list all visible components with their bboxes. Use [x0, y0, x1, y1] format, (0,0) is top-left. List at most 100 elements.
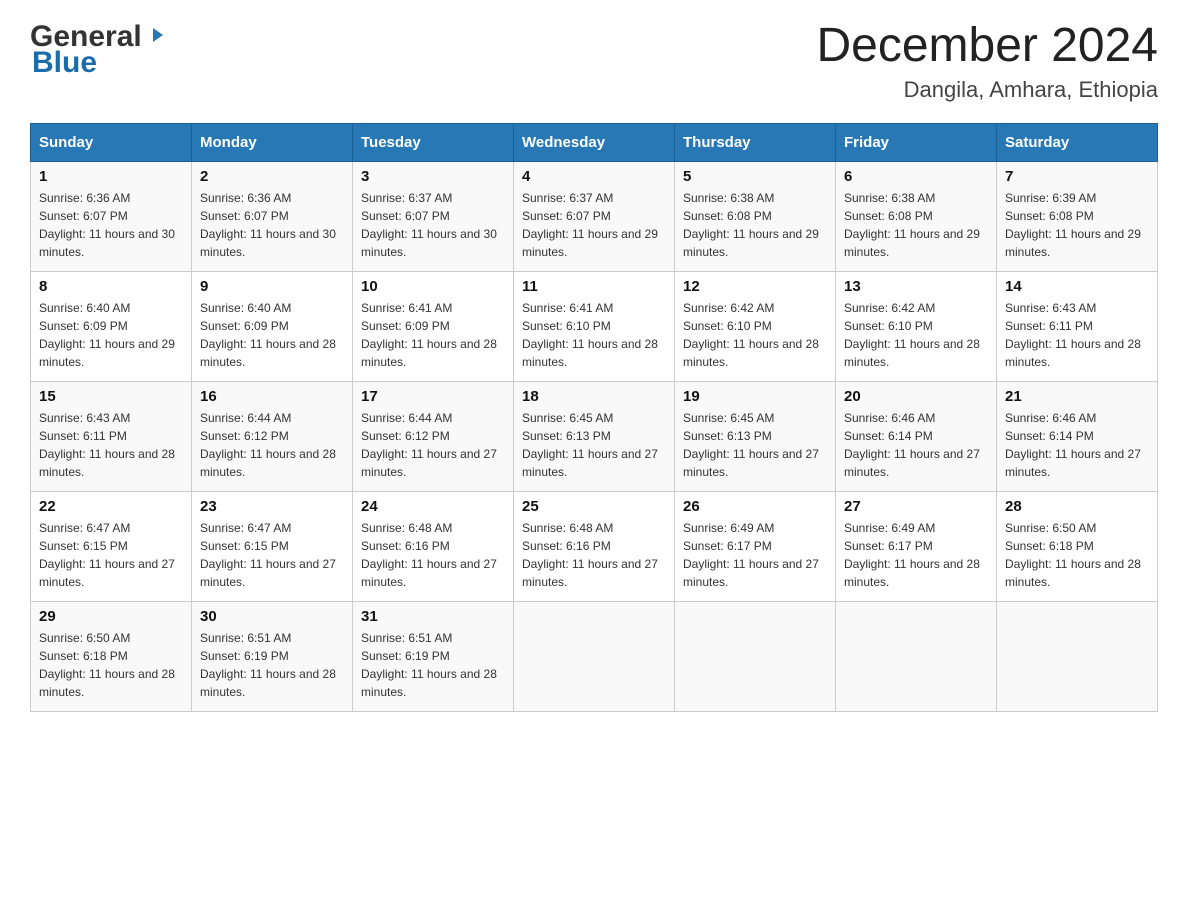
calendar-cell: 4Sunrise: 6:37 AMSunset: 6:07 PMDaylight… — [514, 161, 675, 271]
calendar-cell: 18 Sunrise: 6:45 AMSunset: 6:13 PMDayligh… — [514, 381, 675, 491]
day-number: 29 — [39, 608, 183, 625]
calendar-cell: 1Sunrise: 6:36 AMSunset: 6:07 PMDaylight… — [31, 161, 192, 271]
week-row-4: 22 Sunrise: 6:47 AMSunset: 6:15 PMDayligh… — [31, 491, 1158, 601]
day-number: 11 — [522, 278, 666, 295]
day-number: 15 — [39, 388, 183, 405]
day-info: Sunrise: 6:45 AMSunset: 6:13 PMDaylight:… — [683, 409, 827, 481]
calendar-cell: 13 Sunrise: 6:42 AMSunset: 6:10 PMDayligh… — [836, 271, 997, 381]
day-info: Sunrise: 6:46 AMSunset: 6:14 PMDaylight:… — [1005, 409, 1149, 481]
day-number: 22 — [39, 498, 183, 515]
day-info: Sunrise: 6:41 AMSunset: 6:09 PMDaylight:… — [361, 299, 505, 371]
day-number: 27 — [844, 498, 988, 515]
calendar-cell: 28Sunrise: 6:50 AMSunset: 6:18 PMDayligh… — [997, 491, 1158, 601]
day-info: Sunrise: 6:39 AMSunset: 6:08 PMDaylight:… — [1005, 189, 1149, 261]
day-info: Sunrise: 6:44 AMSunset: 6:12 PMDaylight:… — [200, 409, 344, 481]
day-number: 28 — [1005, 498, 1149, 515]
day-number: 19 — [683, 388, 827, 405]
day-info: Sunrise: 6:49 AMSunset: 6:17 PMDaylight:… — [844, 519, 988, 591]
calendar-cell: 7 Sunrise: 6:39 AMSunset: 6:08 PMDaylight… — [997, 161, 1158, 271]
calendar-cell — [836, 601, 997, 711]
logo-blue: Blue — [32, 46, 97, 79]
day-info: Sunrise: 6:48 AMSunset: 6:16 PMDaylight:… — [361, 519, 505, 591]
day-number: 16 — [200, 388, 344, 405]
day-info: Sunrise: 6:38 AMSunset: 6:08 PMDaylight:… — [683, 189, 827, 261]
column-header-tuesday: Tuesday — [353, 123, 514, 161]
day-number: 14 — [1005, 278, 1149, 295]
day-number: 25 — [522, 498, 666, 515]
title-block: December 2024 Dangila, Amhara, Ethiopia — [816, 20, 1158, 103]
calendar-cell: 17 Sunrise: 6:44 AMSunset: 6:12 PMDayligh… — [353, 381, 514, 491]
calendar-cell: 22 Sunrise: 6:47 AMSunset: 6:15 PMDayligh… — [31, 491, 192, 601]
calendar-cell — [997, 601, 1158, 711]
column-header-thursday: Thursday — [675, 123, 836, 161]
day-info: Sunrise: 6:46 AMSunset: 6:14 PMDaylight:… — [844, 409, 988, 481]
calendar-cell: 15 Sunrise: 6:43 AMSunset: 6:11 PMDayligh… — [31, 381, 192, 491]
day-info: Sunrise: 6:50 AMSunset: 6:18 PMDaylight:… — [39, 629, 183, 701]
calendar-cell: 26Sunrise: 6:49 AMSunset: 6:17 PMDayligh… — [675, 491, 836, 601]
day-number: 17 — [361, 388, 505, 405]
calendar-cell: 31 Sunrise: 6:51 AMSunset: 6:19 PMDayligh… — [353, 601, 514, 711]
day-info: Sunrise: 6:40 AMSunset: 6:09 PMDaylight:… — [39, 299, 183, 371]
week-row-5: 29 Sunrise: 6:50 AMSunset: 6:18 PMDayligh… — [31, 601, 1158, 711]
day-number: 5 — [683, 168, 827, 185]
column-header-sunday: Sunday — [31, 123, 192, 161]
day-number: 8 — [39, 278, 183, 295]
calendar-cell: 20 Sunrise: 6:46 AMSunset: 6:14 PMDayligh… — [836, 381, 997, 491]
calendar-cell: 23 Sunrise: 6:47 AMSunset: 6:15 PMDayligh… — [192, 491, 353, 601]
day-info: Sunrise: 6:47 AMSunset: 6:15 PMDaylight:… — [39, 519, 183, 591]
day-info: Sunrise: 6:44 AMSunset: 6:12 PMDaylight:… — [361, 409, 505, 481]
column-header-friday: Friday — [836, 123, 997, 161]
day-info: Sunrise: 6:41 AMSunset: 6:10 PMDaylight:… — [522, 299, 666, 371]
day-number: 30 — [200, 608, 344, 625]
day-number: 18 — [522, 388, 666, 405]
day-info: Sunrise: 6:40 AMSunset: 6:09 PMDaylight:… — [200, 299, 344, 371]
day-number: 24 — [361, 498, 505, 515]
calendar-cell: 19 Sunrise: 6:45 AMSunset: 6:13 PMDayligh… — [675, 381, 836, 491]
calendar-cell: 16 Sunrise: 6:44 AMSunset: 6:12 PMDayligh… — [192, 381, 353, 491]
calendar-cell: 27 Sunrise: 6:49 AMSunset: 6:17 PMDayligh… — [836, 491, 997, 601]
calendar-header-row: SundayMondayTuesdayWednesdayThursdayFrid… — [31, 123, 1158, 161]
calendar-cell: 3 Sunrise: 6:37 AMSunset: 6:07 PMDaylight… — [353, 161, 514, 271]
logo-chevron-icon — [145, 24, 167, 51]
calendar-cell: 21 Sunrise: 6:46 AMSunset: 6:14 PMDayligh… — [997, 381, 1158, 491]
day-info: Sunrise: 6:49 AMSunset: 6:17 PMDaylight:… — [683, 519, 827, 591]
calendar-cell: 14 Sunrise: 6:43 AMSunset: 6:11 PMDayligh… — [997, 271, 1158, 381]
day-number: 13 — [844, 278, 988, 295]
calendar-cell: 25 Sunrise: 6:48 AMSunset: 6:16 PMDayligh… — [514, 491, 675, 601]
day-number: 31 — [361, 608, 505, 625]
day-number: 20 — [844, 388, 988, 405]
day-info: Sunrise: 6:43 AMSunset: 6:11 PMDaylight:… — [39, 409, 183, 481]
calendar-cell: 11 Sunrise: 6:41 AMSunset: 6:10 PMDayligh… — [514, 271, 675, 381]
column-header-monday: Monday — [192, 123, 353, 161]
day-number: 12 — [683, 278, 827, 295]
day-info: Sunrise: 6:42 AMSunset: 6:10 PMDaylight:… — [683, 299, 827, 371]
week-row-1: 1Sunrise: 6:36 AMSunset: 6:07 PMDaylight… — [31, 161, 1158, 271]
calendar-cell: 12 Sunrise: 6:42 AMSunset: 6:10 PMDayligh… — [675, 271, 836, 381]
calendar-cell: 30Sunrise: 6:51 AMSunset: 6:19 PMDayligh… — [192, 601, 353, 711]
day-info: Sunrise: 6:37 AMSunset: 6:07 PMDaylight:… — [361, 189, 505, 261]
week-row-2: 8 Sunrise: 6:40 AMSunset: 6:09 PMDaylight… — [31, 271, 1158, 381]
month-year-title: December 2024 — [816, 20, 1158, 73]
day-info: Sunrise: 6:37 AMSunset: 6:07 PMDaylight:… — [522, 189, 666, 261]
day-info: Sunrise: 6:51 AMSunset: 6:19 PMDaylight:… — [361, 629, 505, 701]
logo: General Blue — [30, 20, 167, 80]
day-info: Sunrise: 6:43 AMSunset: 6:11 PMDaylight:… — [1005, 299, 1149, 371]
day-info: Sunrise: 6:48 AMSunset: 6:16 PMDaylight:… — [522, 519, 666, 591]
day-info: Sunrise: 6:36 AMSunset: 6:07 PMDaylight:… — [200, 189, 344, 261]
day-number: 21 — [1005, 388, 1149, 405]
day-info: Sunrise: 6:47 AMSunset: 6:15 PMDaylight:… — [200, 519, 344, 591]
day-number: 9 — [200, 278, 344, 295]
day-info: Sunrise: 6:42 AMSunset: 6:10 PMDaylight:… — [844, 299, 988, 371]
day-number: 10 — [361, 278, 505, 295]
calendar-table: SundayMondayTuesdayWednesdayThursdayFrid… — [30, 123, 1158, 712]
day-number: 3 — [361, 168, 505, 185]
day-number: 2 — [200, 168, 344, 185]
day-info: Sunrise: 6:36 AMSunset: 6:07 PMDaylight:… — [39, 189, 183, 261]
calendar-cell: 8 Sunrise: 6:40 AMSunset: 6:09 PMDaylight… — [31, 271, 192, 381]
day-info: Sunrise: 6:45 AMSunset: 6:13 PMDaylight:… — [522, 409, 666, 481]
day-number: 23 — [200, 498, 344, 515]
calendar-cell: 9 Sunrise: 6:40 AMSunset: 6:09 PMDaylight… — [192, 271, 353, 381]
day-number: 7 — [1005, 168, 1149, 185]
day-number: 6 — [844, 168, 988, 185]
calendar-cell — [514, 601, 675, 711]
